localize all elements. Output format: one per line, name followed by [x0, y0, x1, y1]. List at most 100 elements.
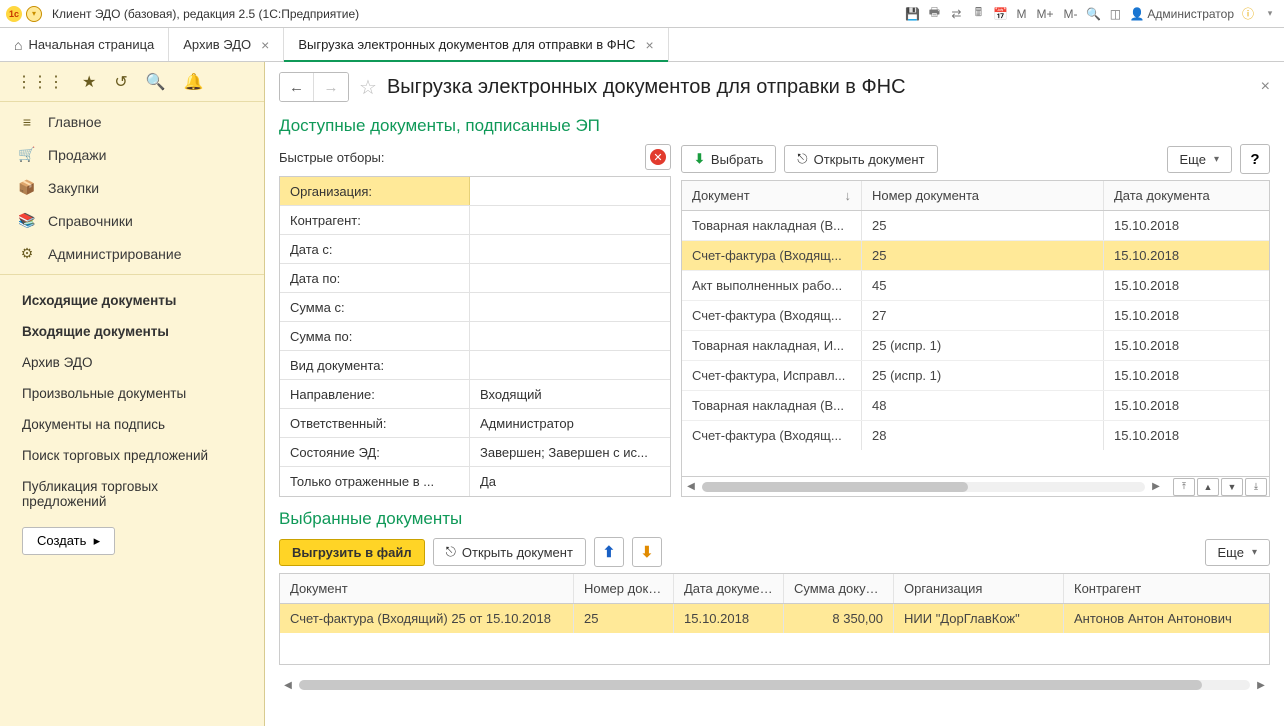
col-date[interactable]: Дата документа — [674, 574, 784, 603]
more-button[interactable]: Еще — [1167, 146, 1232, 173]
bell-icon[interactable]: 🔔 — [184, 72, 204, 92]
more-button-2[interactable]: Еще — [1205, 539, 1270, 566]
export-to-file-button[interactable]: Выгрузить в файл — [279, 539, 425, 566]
table-row[interactable]: Товарная накладная (В...4815.10.2018 — [682, 391, 1269, 421]
nav-sales[interactable]: 🛒Продажи — [0, 138, 264, 171]
link-offers-search[interactable]: Поиск торговых предложений — [0, 440, 264, 471]
filter-row[interactable]: Ответственный:Администратор — [280, 409, 670, 438]
move-down-button[interactable]: ⬇ — [632, 537, 662, 567]
h-scrollbar[interactable] — [702, 482, 1145, 492]
filter-value[interactable]: Да — [470, 467, 670, 496]
filter-value[interactable]: Входящий — [470, 380, 670, 408]
table-row[interactable]: Товарная накладная, И...25 (испр. 1)15.1… — [682, 331, 1269, 361]
filter-row[interactable]: Дата по: — [280, 264, 670, 293]
close-icon[interactable]: × — [261, 37, 269, 53]
col-sum[interactable]: Сумма документа — [784, 574, 894, 603]
table-row[interactable]: Счет-фактура, Исправл...25 (испр. 1)15.1… — [682, 361, 1269, 391]
scroll-right-icon[interactable]: ▶ — [1254, 680, 1268, 691]
calc-icon[interactable]: 🖩 — [970, 6, 986, 22]
filter-row[interactable]: Организация: — [280, 177, 670, 206]
current-user[interactable]: 👤Администратор — [1129, 7, 1234, 21]
filter-row[interactable]: Вид документа: — [280, 351, 670, 380]
memory-mminus[interactable]: M- — [1061, 7, 1079, 21]
create-button[interactable]: Создать ▸ — [22, 527, 115, 555]
nav-references[interactable]: 📚Справочники — [0, 204, 264, 237]
print-icon[interactable]: 🖶 — [926, 6, 942, 22]
filter-value[interactable]: Завершен; Завершен с ис... — [470, 438, 670, 466]
nav-main[interactable]: ≡Главное — [0, 106, 264, 138]
table-row[interactable]: Счет-фактура (Входящий) 25 от 15.10.2018… — [280, 604, 1269, 633]
app-menu-dropdown[interactable]: ▾ — [26, 6, 42, 22]
table-row[interactable]: Счет-фактура (Входящ...2715.10.2018 — [682, 301, 1269, 331]
filter-row[interactable]: Только отраженные в ...Да — [280, 467, 670, 496]
filter-value[interactable] — [470, 235, 670, 263]
nav-admin[interactable]: ⚙Администрирование — [0, 237, 264, 270]
star-icon[interactable]: ★ — [82, 72, 96, 92]
calendar-icon[interactable]: 📅 — [992, 6, 1008, 22]
save-icon[interactable]: 💾 — [904, 6, 920, 22]
page-first-button[interactable]: ⤒ — [1173, 478, 1195, 496]
history-icon[interactable]: ↺ — [114, 72, 127, 92]
tab-archive[interactable]: Архив ЭДО × — [169, 28, 284, 61]
table-row[interactable]: Товарная накладная (В...2515.10.2018 — [682, 211, 1269, 241]
clear-filters-button[interactable]: ✕ — [645, 144, 671, 170]
col-document[interactable]: Документ↓ — [682, 181, 862, 210]
nav-purchases[interactable]: 📦Закупки — [0, 171, 264, 204]
info-icon[interactable]: ⓘ — [1240, 6, 1256, 22]
page-down-button[interactable]: ▼ — [1221, 478, 1243, 496]
col-counterparty[interactable]: Контрагент — [1064, 574, 1259, 603]
link-incoming-docs[interactable]: Входящие документы — [0, 316, 264, 347]
table-row[interactable]: Счет-фактура (Входящ...2815.10.2018 — [682, 421, 1269, 450]
col-number[interactable]: Номер документа — [862, 181, 1104, 210]
close-icon[interactable]: × — [645, 37, 653, 53]
back-button[interactable]: ← — [280, 73, 314, 101]
col-document[interactable]: Документ — [280, 574, 574, 603]
page-last-button[interactable]: ⤓ — [1245, 478, 1267, 496]
tab-home[interactable]: ⌂ Начальная страница — [0, 28, 169, 61]
filter-row[interactable]: Дата с: — [280, 235, 670, 264]
doc-compare-icon[interactable]: ⇄ — [948, 6, 964, 22]
col-number[interactable]: Номер документа — [574, 574, 674, 603]
apps-icon[interactable]: ⋮⋮⋮ — [16, 72, 64, 92]
app-dropdown-icon[interactable]: ▾ — [1262, 6, 1278, 22]
filter-row[interactable]: Контрагент: — [280, 206, 670, 235]
filter-row[interactable]: Сумма с: — [280, 293, 670, 322]
link-arbitrary-docs[interactable]: Произвольные документы — [0, 378, 264, 409]
filter-value[interactable] — [470, 351, 670, 379]
favorite-star-icon[interactable]: ☆ — [359, 75, 377, 100]
filter-value[interactable] — [470, 293, 670, 321]
open-document-button[interactable]: ⎋Открыть документ — [784, 145, 937, 173]
panels-icon[interactable]: ◫ — [1107, 6, 1123, 22]
col-organization[interactable]: Организация — [894, 574, 1064, 603]
link-offers-publish[interactable]: Публикация торговых предложений — [0, 471, 264, 517]
filter-value[interactable] — [470, 264, 670, 292]
select-button[interactable]: ⬇Выбрать — [681, 145, 776, 173]
filter-value[interactable] — [470, 177, 670, 205]
filter-row[interactable]: Состояние ЭД:Завершен; Завершен с ис... — [280, 438, 670, 467]
link-outgoing-docs[interactable]: Исходящие документы — [0, 285, 264, 316]
forward-button[interactable]: → — [314, 73, 348, 101]
tab-export-fns[interactable]: Выгрузка электронных документов для отпр… — [284, 28, 668, 61]
scroll-left-icon[interactable]: ◀ — [281, 680, 295, 691]
scroll-right-icon[interactable]: ▶ — [1149, 481, 1163, 492]
help-button[interactable]: ? — [1240, 144, 1270, 174]
move-up-button[interactable]: ⬆ — [594, 537, 624, 567]
link-archive-edo[interactable]: Архив ЭДО — [0, 347, 264, 378]
memory-m[interactable]: M — [1014, 7, 1028, 21]
zoom-icon[interactable]: 🔍 — [1085, 6, 1101, 22]
search-icon[interactable]: 🔍 — [146, 72, 166, 92]
filter-value[interactable]: Администратор — [470, 409, 670, 437]
filter-value[interactable] — [470, 322, 670, 350]
open-document-button-2[interactable]: ⎋Открыть документ — [433, 538, 586, 566]
memory-mplus[interactable]: M+ — [1034, 7, 1055, 21]
link-docs-to-sign[interactable]: Документы на подпись — [0, 409, 264, 440]
h-scrollbar[interactable] — [299, 680, 1250, 690]
page-up-button[interactable]: ▲ — [1197, 478, 1219, 496]
close-page-icon[interactable]: × — [1261, 78, 1270, 96]
col-date[interactable]: Дата документа — [1104, 181, 1240, 210]
scroll-left-icon[interactable]: ◀ — [684, 481, 698, 492]
table-row[interactable]: Акт выполненных рабо...4515.10.2018 — [682, 271, 1269, 301]
filter-row[interactable]: Сумма по: — [280, 322, 670, 351]
filter-row[interactable]: Направление:Входящий — [280, 380, 670, 409]
table-row[interactable]: Счет-фактура (Входящ...2515.10.2018 — [682, 241, 1269, 271]
